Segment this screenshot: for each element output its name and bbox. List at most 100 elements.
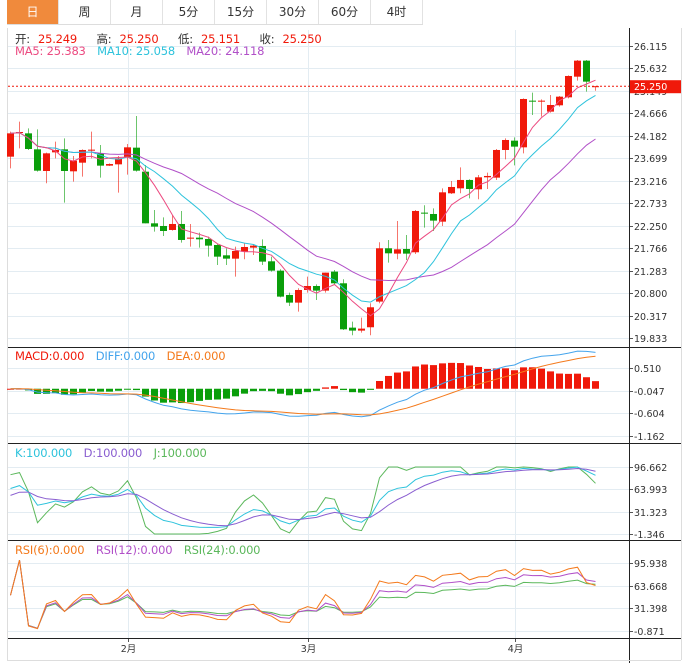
rsi6-line (10, 559, 596, 630)
macd-bar (574, 373, 581, 389)
macd-bar (250, 388, 257, 392)
ma10-legend: MA10: 25.058 (97, 44, 175, 58)
kdj-tick-label: 63.993 (634, 485, 667, 496)
rsi-legend: RSI(6):0.000 RSI(12):0.000 RSI(24):0.000 (15, 543, 268, 557)
macd-bar (529, 367, 536, 389)
candle-body (520, 98, 527, 148)
candle (286, 292, 293, 306)
candle (88, 131, 95, 159)
candle-body (142, 171, 149, 224)
macd-bar (592, 381, 599, 389)
candle (133, 116, 140, 172)
candle (16, 121, 23, 149)
macd-bar (349, 388, 356, 393)
price-tick-label: 23.216 (634, 177, 667, 188)
candle (268, 256, 275, 272)
rsi-tick-label: 31.398 (634, 604, 667, 615)
macd-bar (88, 388, 95, 391)
candle-body (511, 140, 518, 147)
kdj-legend-d: D:100.000 (83, 446, 143, 460)
ma5-line (10, 79, 596, 317)
close-value: 25.250 (282, 32, 322, 46)
macd-bar (304, 388, 311, 393)
candle (142, 164, 149, 224)
price-tick-label: 22.733 (634, 199, 667, 210)
candle-body (394, 249, 401, 254)
candle (340, 279, 347, 330)
candle-body (412, 210, 419, 253)
stock-chart[interactable]: 26.11525.63225.14924.66624.18223.69923.2… (0, 0, 688, 663)
macd-bar (331, 386, 338, 389)
macd-tick-label: 0.510 (634, 364, 661, 375)
macd-bar (133, 388, 140, 391)
candle (214, 243, 221, 265)
macd-legend: MACD:0.000 DIFF:0.000 DEA:0.000 (15, 349, 233, 363)
rsi-legend-24: RSI(24):0.000 (183, 543, 261, 557)
macd-bar (151, 388, 158, 401)
price-tick-label: 21.766 (634, 244, 667, 255)
candle (43, 152, 50, 184)
price-tick-label: 24.182 (634, 132, 667, 143)
price-tick-label: 25.632 (634, 64, 667, 75)
kdj-legend-k: K:100.000 (15, 446, 73, 460)
macd-bar (205, 388, 212, 400)
macd-bar (340, 388, 347, 391)
candle-body (376, 248, 383, 302)
candle-body (169, 223, 176, 230)
rsi-tick-label: 95.938 (634, 559, 667, 570)
candle-body (7, 133, 14, 157)
candle-body (34, 149, 41, 171)
candle-body (160, 225, 167, 231)
candle-body (538, 100, 545, 102)
candle (457, 167, 464, 194)
kdj-tick-label: 96.662 (634, 463, 667, 474)
candle (223, 248, 230, 265)
candle-body (232, 250, 239, 259)
price-tick-label: 20.800 (634, 289, 667, 300)
candle-body (313, 285, 320, 291)
candle-body (88, 149, 95, 151)
macd-bar (448, 362, 455, 389)
candle (421, 205, 428, 228)
candle-body (367, 307, 374, 328)
candle-body (43, 153, 50, 171)
x-axis-label: 2月 (121, 644, 137, 655)
candle-body (358, 328, 365, 331)
j-line (10, 466, 596, 535)
rsi-tick-label: 63.668 (634, 582, 667, 593)
x-axis-label: 3月 (301, 644, 317, 655)
macd-legend-diff: DIFF:0.000 (95, 349, 156, 363)
candle (511, 137, 518, 166)
candle-body (583, 60, 590, 82)
macd-bar (511, 370, 518, 389)
rsi-tick-label: -0.871 (634, 627, 665, 638)
candle-body (457, 179, 464, 189)
candle (79, 149, 86, 177)
macd-legend-dea: DEA:0.000 (166, 349, 226, 363)
candle (124, 143, 131, 175)
macd-bar (556, 373, 563, 389)
candle-body (196, 237, 203, 240)
candle-body (403, 248, 410, 254)
macd-bar (412, 366, 419, 389)
price-tick-label: 24.666 (634, 109, 667, 120)
candle-body (277, 270, 284, 297)
candle (349, 321, 356, 336)
candle-body (439, 192, 446, 222)
ma5-legend: MA5: 25.383 (15, 44, 86, 58)
candle-body (124, 147, 131, 158)
candle (169, 215, 176, 231)
price-tick-label: 21.283 (634, 267, 667, 278)
candle (187, 223, 194, 247)
candle-body (493, 149, 500, 178)
candle-body (349, 327, 356, 331)
candle (592, 86, 599, 91)
candle (520, 98, 527, 154)
macd-bar (115, 388, 122, 391)
candle (61, 138, 68, 203)
candle-body (331, 271, 338, 284)
candle (160, 217, 167, 236)
macd-bar (385, 375, 392, 389)
candle (34, 129, 41, 172)
candle (448, 180, 455, 194)
